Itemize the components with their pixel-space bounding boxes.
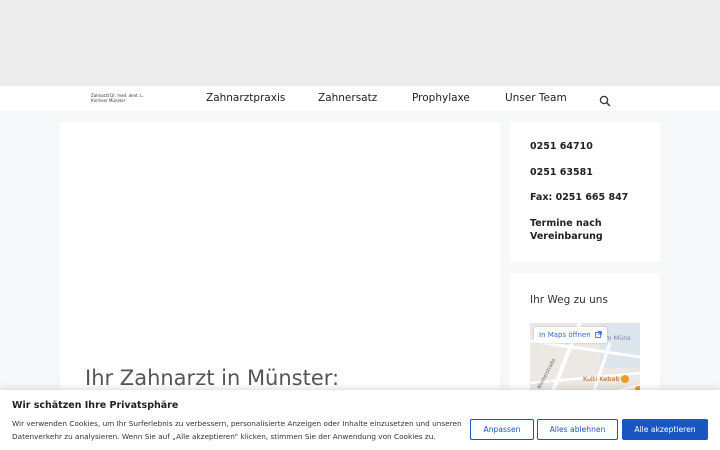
site-logo[interactable]: Zahnarzt Dr. med. dent. L. Kirchner Müns…: [91, 93, 153, 103]
directions-heading: Ihr Weg zu uns: [530, 294, 608, 306]
cookie-description: Wir verwenden Cookies, um Ihr Surferlebn…: [12, 419, 462, 441]
nav-item-prophylaxe[interactable]: Prophylaxe: [412, 92, 470, 104]
cookie-title: Wir schätzen Ihre Privatsphäre: [12, 400, 179, 411]
nav-item-zahnersatz[interactable]: Zahnersatz: [318, 92, 377, 104]
open-in-maps-link[interactable]: In Maps öffnen: [534, 327, 607, 343]
fax-number: Fax: 0251 665 847: [530, 192, 629, 203]
page-title: Ihr Zahnarzt in Münster:: [85, 366, 340, 390]
customize-cookies-button[interactable]: Anpassen: [470, 419, 534, 440]
top-banner-area: [0, 0, 720, 86]
external-link-icon: [594, 331, 602, 338]
phone-number-1[interactable]: 0251 64710: [530, 140, 593, 153]
phone-number-2[interactable]: 0251 63581: [530, 166, 593, 179]
open-in-maps-label: In Maps öffnen: [539, 331, 591, 339]
map-poi-label: Kulti Kebab: [583, 375, 619, 383]
nav-item-zahnarztpraxis[interactable]: Zahnarztpraxis: [206, 92, 285, 104]
reject-all-cookies-button[interactable]: Alles ablehnen: [537, 419, 618, 440]
accept-all-cookies-button[interactable]: Alle akzeptieren: [622, 419, 708, 440]
nav-item-unser-team[interactable]: Unser Team: [505, 92, 567, 104]
search-icon[interactable]: [599, 92, 611, 107]
appointment-note: Termine nach Vereinbarung: [530, 218, 603, 242]
